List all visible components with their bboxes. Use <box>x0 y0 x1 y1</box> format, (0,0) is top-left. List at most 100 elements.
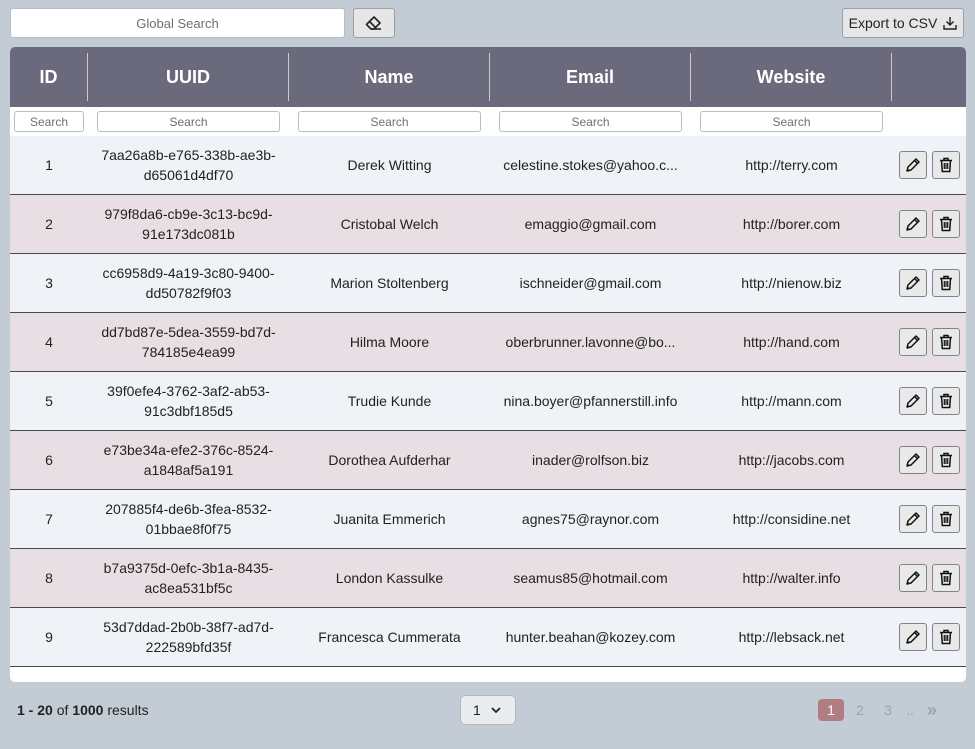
delete-row-button[interactable] <box>931 210 960 238</box>
table-row: 9 53d7ddad-2b0b-38f7-ad7d-222589bfd35f Fra… <box>10 608 966 667</box>
cell-email-text: nina.boyer@pfannerstill.info <box>503 393 678 409</box>
trash-icon <box>939 216 952 232</box>
edit-row-button[interactable] <box>898 151 927 179</box>
column-header-name[interactable]: Name <box>289 53 490 101</box>
page-button-2[interactable]: 2 <box>848 699 872 721</box>
cell-website: http://nienow.biz <box>741 275 842 291</box>
pencil-icon <box>905 394 920 408</box>
export-csv-label: Export to CSV <box>848 15 938 31</box>
export-csv-button[interactable]: Export to CSV <box>842 8 964 38</box>
delete-row-button[interactable] <box>931 505 960 533</box>
cell-name: Dorothea Aufderhar <box>328 452 451 468</box>
edit-row-button[interactable] <box>898 328 927 356</box>
cell-id: 2 <box>45 216 53 232</box>
filter-input-name[interactable] <box>298 111 481 132</box>
cell-website: http://lebsack.net <box>738 629 845 645</box>
cell-website: http://jacobs.com <box>738 452 845 468</box>
edit-row-button[interactable] <box>898 387 927 415</box>
cell-website: http://mann.com <box>741 393 842 409</box>
column-header-id[interactable]: ID <box>10 53 88 101</box>
trash-icon <box>939 511 952 527</box>
column-header-uuid[interactable]: UUID <box>88 53 289 101</box>
cell-uuid: 207885f4-de6b-3fea-8532-01bbae8f0f75 <box>105 501 272 537</box>
cell-email-text: inader@rolfson.biz <box>532 452 649 468</box>
clear-filters-button[interactable] <box>353 8 395 38</box>
prev-page-button[interactable]: « <box>790 699 814 721</box>
filter-input-email[interactable] <box>499 111 682 132</box>
cell-email: celestine.stokes@yahoo.c... <box>490 155 691 175</box>
pencil-icon <box>905 571 920 585</box>
delete-row-button[interactable] <box>931 151 960 179</box>
filter-input-uuid[interactable] <box>97 111 280 132</box>
delete-row-button[interactable] <box>931 623 960 651</box>
page-button-1[interactable]: 1 <box>818 699 844 721</box>
delete-row-button[interactable] <box>931 387 960 415</box>
pencil-icon <box>905 512 920 526</box>
delete-row-button[interactable] <box>931 269 960 297</box>
cell-actions <box>892 446 966 474</box>
cell-actions <box>892 387 966 415</box>
cell-website: http://borer.com <box>742 216 841 232</box>
cell-actions <box>892 210 966 238</box>
trash-icon <box>939 334 952 350</box>
cell-uuid: 7aa26a8b-e765-338b-ae3b-d65061d4df70 <box>101 147 276 183</box>
edit-row-button[interactable] <box>898 446 927 474</box>
cell-uuid: dd7bd87e-5dea-3559-bd7d-784185e4ea99 <box>101 324 276 360</box>
cell-id: 3 <box>45 275 53 291</box>
cell-actions <box>892 328 966 356</box>
pagination-footer: 1 - 20 of 1000 results 1 « 1 2 3 .. » <box>0 690 975 730</box>
global-search-input[interactable] <box>10 8 345 38</box>
delete-row-button[interactable] <box>931 328 960 356</box>
page-select[interactable]: 1 <box>460 695 516 725</box>
download-icon <box>943 17 958 30</box>
cell-uuid: 979f8da6-cb9e-3c13-bc9d-91e173dc081b <box>104 206 273 242</box>
trash-icon <box>939 275 952 291</box>
page-button-3[interactable]: 3 <box>876 699 900 721</box>
cell-name: Trudie Kunde <box>347 393 432 409</box>
column-header-email[interactable]: Email <box>490 53 691 101</box>
cell-name: Cristobal Welch <box>340 216 439 232</box>
cell-email: seamus85@hotmail.com <box>490 568 691 588</box>
delete-row-button[interactable] <box>931 564 960 592</box>
trash-icon <box>939 157 952 173</box>
cell-uuid: 53d7ddad-2b0b-38f7-ad7d-222589bfd35f <box>103 619 274 655</box>
edit-row-button[interactable] <box>898 623 927 651</box>
pager: « 1 2 3 .. » <box>790 699 944 721</box>
pencil-icon <box>905 217 920 231</box>
cell-email: hunter.beahan@kozey.com <box>490 627 691 647</box>
cell-email-text: ischneider@gmail.com <box>519 275 662 291</box>
results-range: 1 - 20 <box>17 702 53 718</box>
filter-input-website[interactable] <box>700 111 883 132</box>
toolbar: Export to CSV <box>0 0 975 47</box>
edit-row-button[interactable] <box>898 269 927 297</box>
column-header-actions <box>892 53 966 101</box>
cell-email-text: celestine.stokes@yahoo.c... <box>503 157 678 173</box>
results-summary: 1 - 20 of 1000 results <box>17 702 149 718</box>
filter-input-id[interactable] <box>14 111 84 132</box>
edit-row-button[interactable] <box>898 564 927 592</box>
cell-email: emaggio@gmail.com <box>490 214 691 234</box>
cell-uuid: e73be34a-efe2-376c-8524-a1848af5a191 <box>103 442 274 478</box>
cell-email-text: oberbrunner.lavonne@bo... <box>505 334 676 350</box>
table-row: 7 207885f4-de6b-3fea-8532-01bbae8f0f75 Jua… <box>10 490 966 549</box>
table-body: 1 7aa26a8b-e765-338b-ae3b-d65061d4df70 Der… <box>10 136 966 667</box>
cell-uuid: 39f0efe4-3762-3af2-ab53-91c3dbf185d5 <box>107 383 270 419</box>
trash-icon <box>939 570 952 586</box>
cell-website: http://terry.com <box>745 157 838 173</box>
results-label: results <box>107 702 149 718</box>
column-header-website[interactable]: Website <box>691 53 892 101</box>
cell-id: 8 <box>45 570 53 586</box>
edit-row-button[interactable] <box>898 505 927 533</box>
delete-row-button[interactable] <box>931 446 960 474</box>
table-row: 1 7aa26a8b-e765-338b-ae3b-d65061d4df70 Der… <box>10 136 966 195</box>
table-row: 2 979f8da6-cb9e-3c13-bc9d-91e173dc081b Cri… <box>10 195 966 254</box>
cell-id: 7 <box>45 511 53 527</box>
next-page-button[interactable]: » <box>920 699 944 721</box>
cell-name: Francesca Cummerata <box>318 629 461 645</box>
cell-name: London Kassulke <box>335 570 444 586</box>
cell-email: inader@rolfson.biz <box>490 450 691 470</box>
trash-icon <box>939 629 952 645</box>
cell-id: 9 <box>45 629 53 645</box>
edit-row-button[interactable] <box>898 210 927 238</box>
cell-website: http://considine.net <box>732 511 851 527</box>
